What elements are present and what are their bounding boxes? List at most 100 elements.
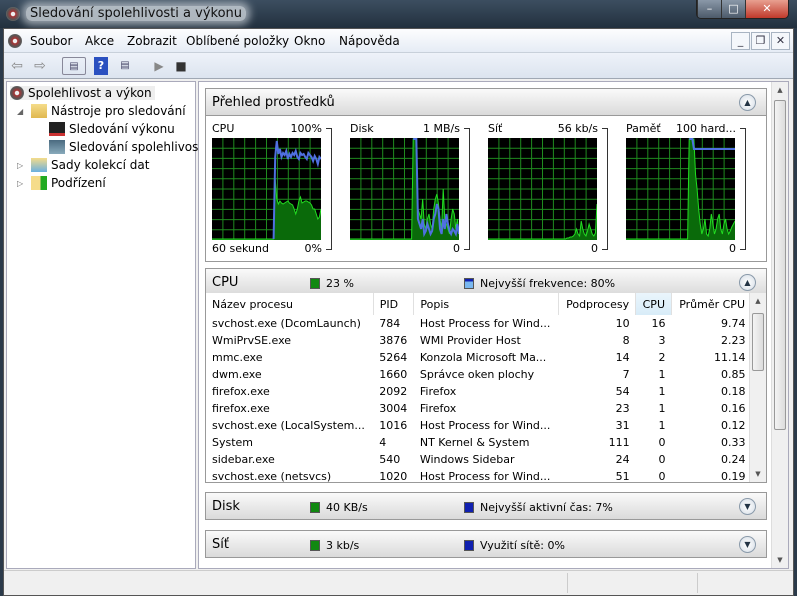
column-header[interactable]: CPU	[635, 293, 672, 315]
table-cell: 0	[658, 436, 666, 449]
table-cell: dwm.exe	[212, 368, 262, 381]
table-cell: 23	[615, 402, 630, 415]
collapse-icon[interactable]: ▲	[739, 274, 756, 291]
table-row[interactable]: svchost.exe (LocalSystem... 1016 Host Proc…	[206, 417, 752, 434]
table-cell: 8	[622, 334, 630, 347]
tree-item-nastroje[interactable]: ◢ Nástroje pro sledování	[17, 104, 186, 118]
back-icon[interactable]: ⇦	[8, 57, 26, 75]
table-cell: sidebar.exe	[212, 453, 275, 466]
tree-item-spolehlivost-a-vykon[interactable]: Spolehlivost a výkon	[10, 86, 155, 100]
table-row[interactable]: System 4 NT Kernel & System 111 0 0.33	[206, 434, 752, 451]
forward-icon[interactable]: ⇨	[31, 57, 49, 75]
overview-graphs: CPU 100% 60 sekund 0% Disk 1 MB/s 0 Síť …	[205, 116, 767, 262]
expand-icon[interactable]: ▼	[739, 498, 756, 515]
column-header[interactable]: Název procesu	[206, 293, 374, 315]
tree-item-label: Nástroje pro sledování	[51, 104, 186, 118]
menu-napoveda[interactable]: Nápověda	[339, 34, 400, 48]
table-cell: 2092	[379, 385, 408, 398]
table-row[interactable]: sidebar.exe 540 Windows Sidebar 24 0 0.24	[206, 451, 752, 468]
column-header[interactable]: Průměr CPU	[671, 293, 752, 315]
table-scrollbar[interactable]: ▲ ▼	[749, 293, 766, 482]
graph-0: CPU 100% 60 sekund 0%	[206, 116, 336, 262]
menu-okno[interactable]: Okno	[294, 34, 325, 48]
scroll-up-icon[interactable]: ▲	[772, 86, 788, 94]
reliability-monitor-icon	[49, 140, 65, 154]
maximize-button[interactable]: □	[721, 0, 745, 18]
network-section-header[interactable]: Síť 3 kb/s Využití sítě: 0% ▼	[205, 530, 767, 558]
graph-name: CPU	[212, 122, 235, 135]
scrollbar-thumb[interactable]	[774, 100, 786, 430]
tree-item-sledovani-spolehlivosti[interactable]: Sledování spolehlivosti	[49, 140, 206, 154]
graph-max: 1 MB/s	[423, 122, 460, 135]
scrollbar-thumb[interactable]	[752, 313, 764, 371]
column-header[interactable]: Podprocesy	[558, 293, 637, 315]
resource-overview-pane: Přehled prostředků ▲ CPU 100% 60 sekund …	[198, 81, 789, 569]
network-utilization: Využití sítě: 0%	[480, 539, 565, 552]
scroll-down-icon[interactable]: ▼	[750, 470, 766, 478]
table-cell: 14	[615, 351, 630, 364]
table-row[interactable]: mmc.exe 5264 Konzola Microsoft Ma... 14 2 11.…	[206, 349, 752, 366]
table-cell: 24	[615, 453, 630, 466]
show-hide-console-tree-icon[interactable]: ▤	[62, 57, 86, 75]
collapse-icon[interactable]: ▲	[739, 94, 756, 111]
collapse-arrow-icon[interactable]: ◢	[17, 107, 27, 116]
column-header[interactable]: Popis	[413, 293, 559, 315]
tree-item-sady-kolekci-dat[interactable]: ▷ Sady kolekcí dat	[17, 158, 149, 172]
table-cell: 1	[658, 402, 666, 415]
system-menu-icon[interactable]	[8, 34, 22, 48]
column-header[interactable]: PID	[373, 293, 415, 315]
status-pane	[567, 573, 568, 593]
table-cell: WMI Provider Host	[419, 334, 521, 347]
graph-min: 0	[729, 242, 736, 255]
reliability-performance-icon	[10, 86, 24, 100]
table-cell: Konzola Microsoft Ma...	[419, 351, 547, 364]
table-cell: 0.33	[721, 436, 746, 449]
table-cell: 540	[379, 453, 401, 466]
menu-soubor[interactable]: Soubor	[30, 34, 72, 48]
menu-oblibene[interactable]: Oblíbené položky	[186, 34, 289, 48]
status-bar	[4, 570, 793, 595]
expand-arrow-icon[interactable]: ▷	[17, 161, 27, 170]
table-row[interactable]: WmiPrvSE.exe 3876 WMI Provider Host 8 3 2.23	[206, 332, 752, 349]
table-row[interactable]: firefox.exe 2092 Firefox 54 1 0.18	[206, 383, 752, 400]
table-row[interactable]: dwm.exe 1660 Správce oken plochy 7 1 0.85	[206, 366, 752, 383]
tree-item-label: Sledování výkonu	[69, 122, 175, 136]
table-row[interactable]: svchost.exe (DcomLaunch) 784 Host Process …	[206, 315, 752, 332]
cpu-section-header[interactable]: CPU 23 % Nejvyšší frekvence: 80% ▲	[205, 268, 767, 296]
table-cell: 0.19	[721, 470, 746, 483]
tree-item-sledovani-vykonu[interactable]: Sledování výkonu	[49, 122, 175, 136]
expand-icon[interactable]: ▼	[739, 536, 756, 553]
minimize-button[interactable]: –	[697, 0, 721, 18]
graph-scale-bracket	[326, 128, 332, 250]
expand-arrow-icon[interactable]: ▷	[17, 179, 27, 188]
disk-section-header[interactable]: Disk 40 KB/s Nejvyšší aktivní čas: 7% ▼	[205, 492, 767, 520]
scroll-up-icon[interactable]: ▲	[750, 297, 766, 305]
play-icon[interactable]: ▶	[150, 57, 168, 75]
stop-icon[interactable]: ■	[172, 57, 190, 75]
network-usage-value: 3 kb/s	[326, 539, 360, 552]
tree-item-podrizeni[interactable]: ▷ Podřízení	[17, 176, 106, 190]
overview-title: Přehled prostředků	[212, 95, 335, 110]
main-scrollbar[interactable]: ▲ ▼	[771, 82, 788, 568]
table-row[interactable]: svchost.exe (netsvcs) 1020 Host Process fo…	[206, 468, 752, 483]
network-usage-swatch	[310, 540, 320, 551]
mdi-restore-button[interactable]: ❐	[751, 32, 770, 50]
show-hide-action-pane-icon[interactable]: ▤	[116, 57, 134, 75]
table-row[interactable]: firefox.exe 3004 Firefox 23 1 0.16	[206, 400, 752, 417]
table-cell: 0.18	[721, 385, 746, 398]
overview-header[interactable]: Přehled prostředků ▲	[205, 88, 767, 116]
close-button[interactable]: ✕	[745, 0, 788, 18]
table-cell: Správce oken plochy	[419, 368, 535, 381]
scroll-down-icon[interactable]: ▼	[772, 556, 788, 564]
menu-akce[interactable]: Akce	[85, 34, 114, 48]
mdi-close-button[interactable]: ✕	[771, 32, 790, 50]
table-cell: Windows Sidebar	[419, 453, 515, 466]
graph-timespan: 60 sekund	[212, 242, 269, 255]
menu-zobrazit[interactable]: Zobrazit	[127, 34, 177, 48]
table-cell: 5264	[379, 351, 408, 364]
help-icon[interactable]: ?	[94, 57, 108, 75]
table-cell: 1	[658, 419, 666, 432]
mdi-minimize-button[interactable]: _	[731, 32, 750, 50]
menu-bar: Soubor Akce Zobrazit Oblíbené položky Ok…	[4, 29, 793, 53]
table-cell: Host Process for Wind...	[419, 470, 551, 483]
